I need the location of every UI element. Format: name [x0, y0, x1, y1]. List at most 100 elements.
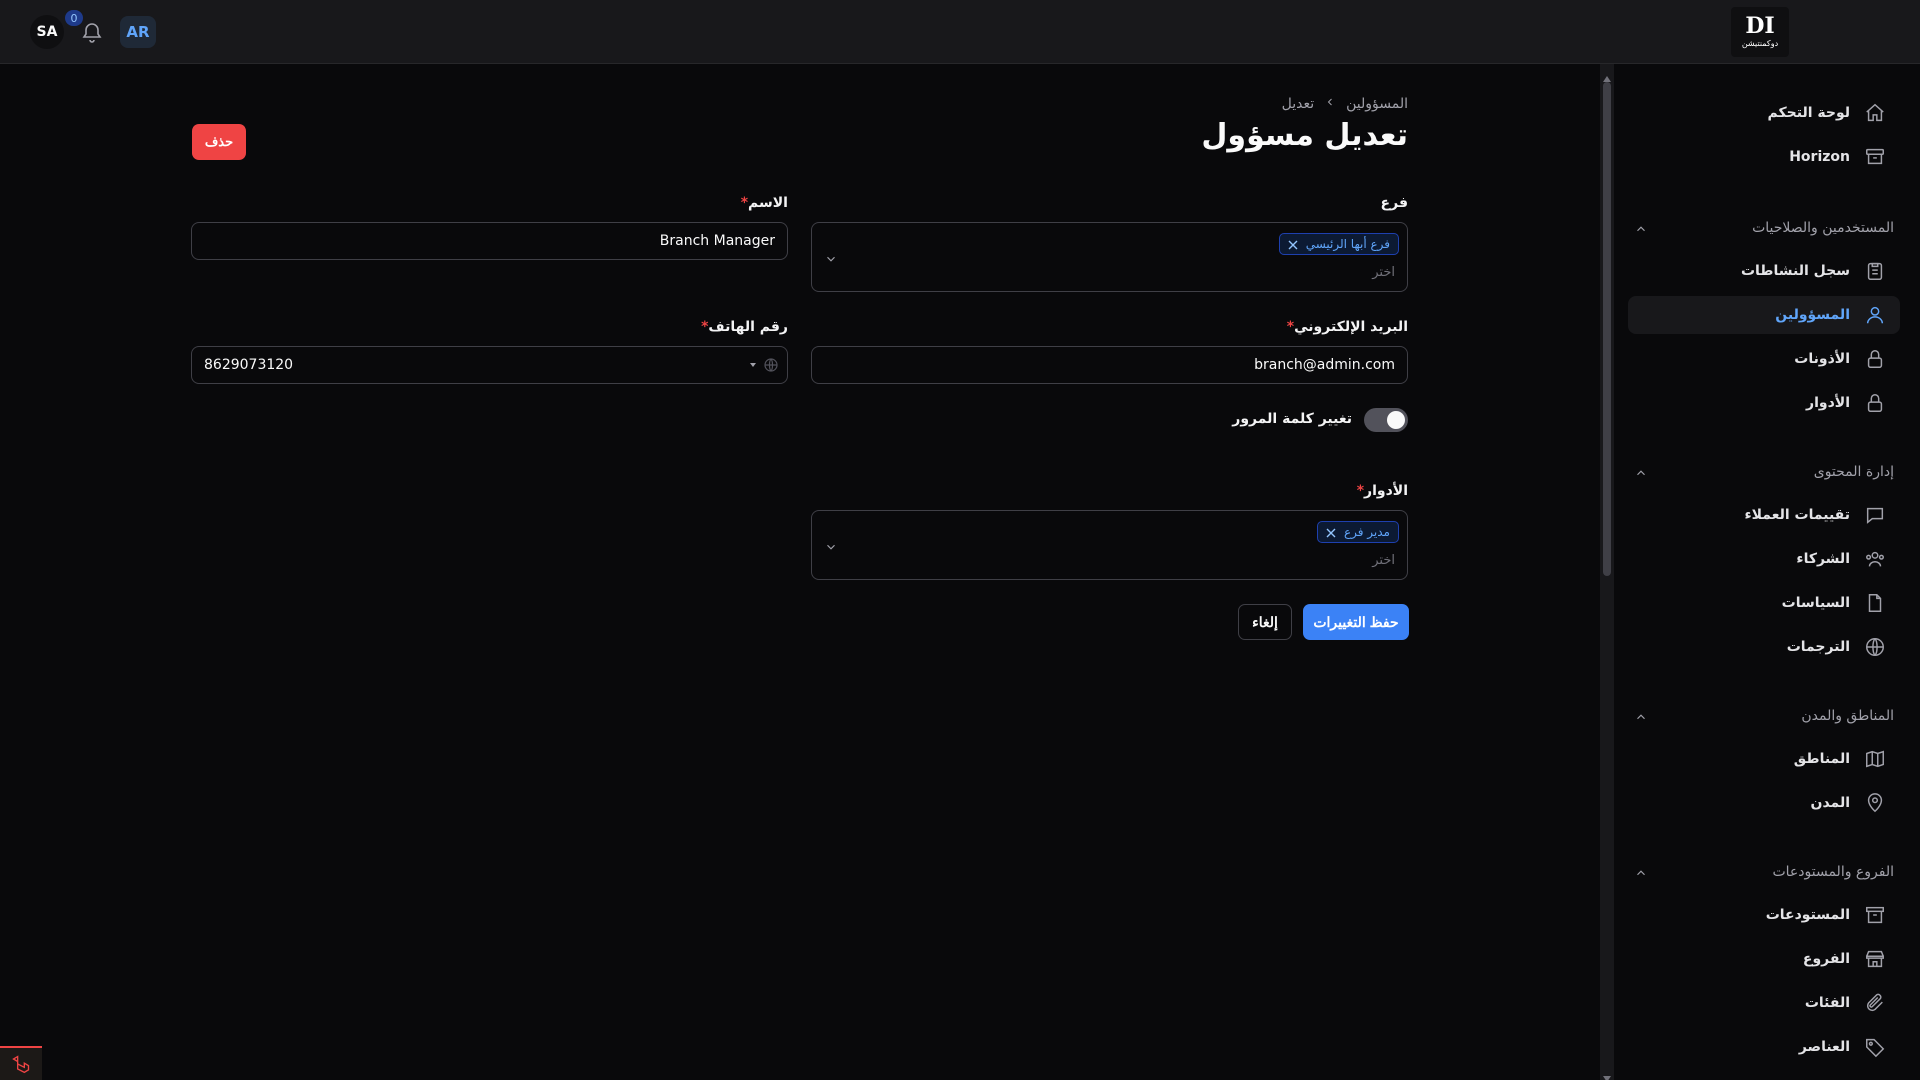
breadcrumb-parent[interactable]: المسؤولين	[1346, 96, 1408, 112]
roles-multiselect[interactable]: مدير فرع اختر	[811, 510, 1408, 580]
debug-toolbar-toggle[interactable]	[0, 1046, 42, 1080]
sidebar-item-items[interactable]: العناصر	[1628, 1028, 1900, 1066]
sidebar-item-regions[interactable]: المناطق	[1628, 740, 1900, 778]
branch-label-text: فرع	[1380, 195, 1408, 211]
sidebar-item-branches[interactable]: الفروع	[1628, 940, 1900, 978]
sidebar-item-warehouses[interactable]: المستودعات	[1628, 896, 1900, 934]
box-icon	[1864, 146, 1886, 168]
sidebar-item-label: Horizon	[1789, 149, 1850, 165]
chevron-up-icon	[1634, 221, 1648, 235]
chat-icon	[1864, 504, 1886, 526]
pin-icon	[1864, 792, 1886, 814]
sidebar-group-label: إدارة المحتوى	[1813, 464, 1894, 480]
branch-placeholder: اختر	[1372, 265, 1395, 280]
chevron-up-icon	[1634, 865, 1648, 879]
logo-text: دوكمنتيشن	[1741, 39, 1779, 48]
breadcrumb-current: تعديل	[1281, 96, 1315, 112]
chevron-up-icon	[1634, 709, 1648, 723]
delete-button[interactable]: حذف	[192, 124, 246, 160]
branch-multiselect[interactable]: فرع أبها الرئيسي اختر	[811, 222, 1408, 292]
paperclip-icon	[1864, 992, 1886, 1014]
sidebar-item-roles[interactable]: الأدوار	[1628, 384, 1900, 422]
sidebar-item-label: سجل النشاطات	[1740, 263, 1850, 279]
sidebar-item-label: الأذونات	[1794, 351, 1850, 367]
roles-label-text: الأدوار	[1364, 483, 1408, 499]
close-icon[interactable]	[1288, 239, 1298, 250]
save-changes-button[interactable]: حفظ التغييرات	[1303, 604, 1409, 640]
sidebar-group-content-management[interactable]: إدارة المحتوى	[1634, 460, 1894, 484]
sidebar-item-customer-reviews[interactable]: تقييمات العملاء	[1628, 496, 1900, 534]
home-icon	[1864, 102, 1886, 124]
language-switch-button[interactable]: AR	[120, 16, 156, 48]
caret-down-icon	[750, 363, 756, 367]
chevron-down-icon[interactable]	[824, 539, 838, 553]
sidebar-item-label: الفئات	[1804, 995, 1850, 1011]
chevron-up-icon	[1634, 465, 1648, 479]
user-icon	[1864, 304, 1886, 326]
sidebar-item-categories[interactable]: الفئات	[1628, 984, 1900, 1022]
app-logo[interactable]: DI دوكمنتيشن	[1731, 7, 1789, 57]
sidebar-group-branches-warehouses[interactable]: الفروع والمستودعات	[1634, 860, 1894, 884]
sidebar-item-policies[interactable]: السياسات	[1628, 584, 1900, 622]
sidebar-item-partners[interactable]: الشركاء	[1628, 540, 1900, 578]
roles-placeholder: اختر	[1372, 553, 1395, 568]
branch-tag-label: فرع أبها الرئيسي	[1305, 237, 1390, 251]
sidebar-item-label: المدن	[1810, 795, 1850, 811]
toggle-knob	[1387, 411, 1405, 429]
bell-icon[interactable]	[80, 20, 104, 44]
email-label-text: البريد الإلكتروني	[1294, 319, 1408, 335]
email-input-value: branch@admin.com	[1254, 357, 1395, 373]
scroll-down-icon[interactable]	[1602, 1068, 1612, 1080]
sidebar-group-label: الفروع والمستودعات	[1772, 864, 1894, 880]
sidebar-item-label: المستودعات	[1765, 907, 1850, 923]
sidebar-item-permissions[interactable]: الأذونات	[1628, 340, 1900, 378]
sidebar-group-label: المستخدمين والصلاحيات	[1752, 220, 1894, 236]
close-icon[interactable]	[1326, 527, 1336, 538]
sidebar-item-activity-log[interactable]: سجل النشاطات	[1628, 252, 1900, 290]
sidebar-item-dashboard[interactable]: لوحة التحكم	[1628, 94, 1900, 132]
sidebar-item-horizon[interactable]: Horizon	[1628, 138, 1900, 176]
sidebar-group-label: المناطق والمدن	[1801, 708, 1894, 724]
sidebar-item-translations[interactable]: الترجمات	[1628, 628, 1900, 666]
change-password-label: تغيير كلمة المرور	[1232, 411, 1352, 427]
sidebar: لوحة التحكم Horizon المستخدمين والصلاحيا…	[1614, 64, 1920, 1080]
sidebar-item-label: الترجمات	[1786, 639, 1850, 655]
archive-icon	[1864, 904, 1886, 926]
name-input[interactable]: Branch Manager	[191, 222, 788, 260]
scroll-up-icon[interactable]	[1602, 68, 1612, 82]
sidebar-item-cities[interactable]: المدن	[1628, 784, 1900, 822]
globe-icon	[1864, 636, 1886, 658]
role-tag: مدير فرع	[1316, 521, 1399, 543]
logo-mark: DI	[1745, 13, 1775, 39]
globe-icon	[764, 358, 778, 372]
sidebar-item-label: الأدوار	[1806, 395, 1850, 411]
phone-field-label: رقم الهاتف*	[701, 319, 788, 335]
breadcrumb: المسؤولين تعديل	[1282, 96, 1408, 112]
email-field-label: البريد الإلكتروني*	[1287, 319, 1408, 335]
sidebar-group-regions-cities[interactable]: المناطق والمدن	[1634, 704, 1894, 728]
role-tag-label: مدير فرع	[1343, 525, 1390, 539]
email-input[interactable]: branch@admin.com	[811, 346, 1408, 384]
change-password-toggle[interactable]	[1364, 408, 1408, 432]
user-avatar[interactable]: SA	[30, 15, 64, 49]
country-code-select[interactable]	[749, 357, 779, 373]
phone-input[interactable]: 8629073120	[191, 346, 788, 384]
map-icon	[1864, 748, 1886, 770]
sidebar-group-users-permissions[interactable]: المستخدمين والصلاحيات	[1634, 216, 1894, 240]
name-label-text: الاسم	[748, 195, 788, 211]
lock-icon	[1864, 348, 1886, 370]
users-icon	[1864, 548, 1886, 570]
sidebar-item-admins[interactable]: المسؤولين	[1628, 296, 1900, 334]
sidebar-item-label: المسؤولين	[1775, 307, 1850, 323]
sidebar-item-label: الفروع	[1802, 951, 1850, 967]
tag-icon	[1864, 1036, 1886, 1058]
document-icon	[1864, 592, 1886, 614]
laravel-icon	[12, 1055, 30, 1074]
chevron-left-icon	[1324, 96, 1336, 112]
sidebar-item-label: السياسات	[1781, 595, 1850, 611]
phone-input-value: 8629073120	[204, 357, 294, 373]
chevron-down-icon[interactable]	[824, 251, 838, 265]
cancel-button[interactable]: إلغاء	[1238, 604, 1292, 640]
page-title: تعديل مسؤول	[1201, 118, 1408, 153]
scrollbar-thumb[interactable]	[1603, 82, 1611, 576]
